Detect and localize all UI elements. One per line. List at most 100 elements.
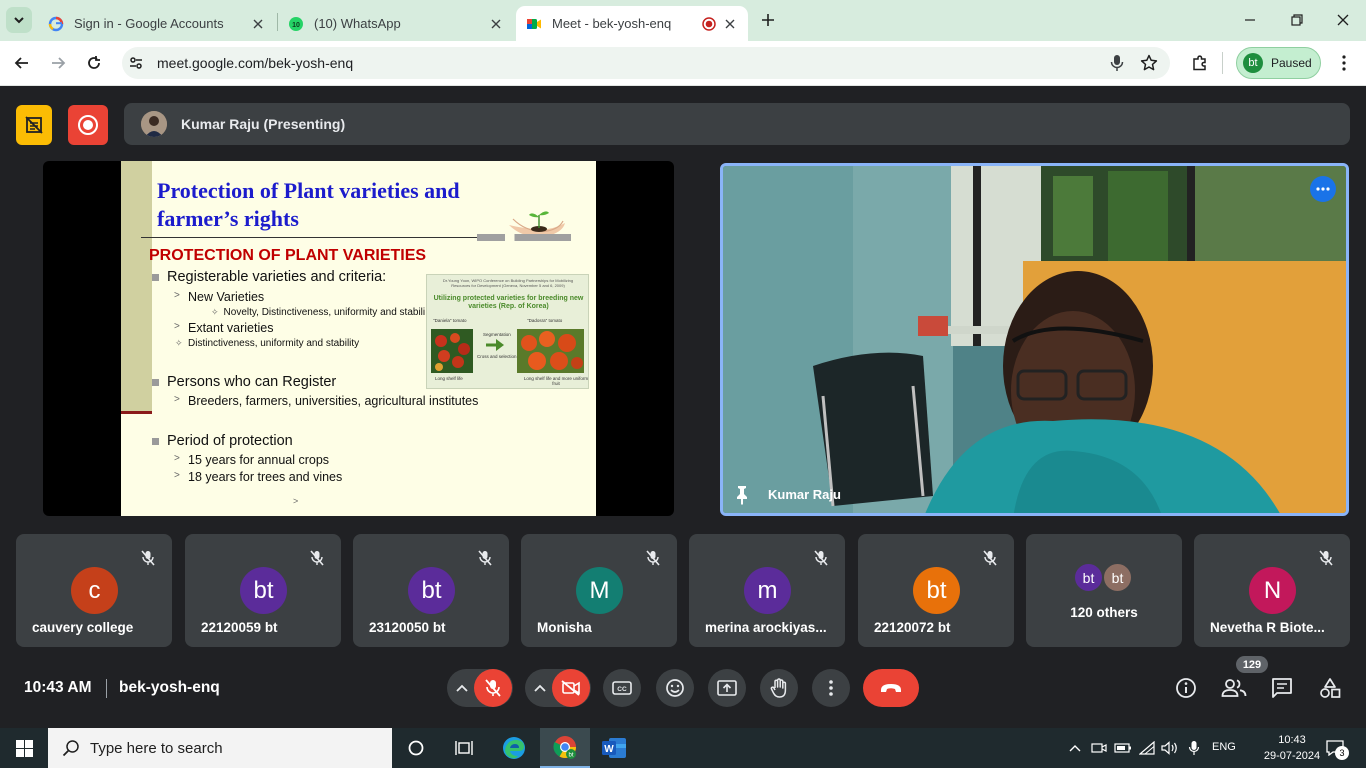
pinned-camera-tile[interactable]: Kumar Raju	[720, 163, 1349, 516]
tab-google-accounts[interactable]: Sign in - Google Accounts	[38, 6, 276, 41]
extensions-button[interactable]	[1187, 50, 1213, 76]
captions-button[interactable]: CC	[603, 669, 641, 707]
participant-name: 22120072 bt	[874, 620, 951, 635]
participant-tile[interactable]: bt 23120050 bt	[353, 534, 509, 647]
task-view-button[interactable]	[440, 728, 488, 768]
others-participants-tile[interactable]: bt bt 120 others	[1026, 534, 1182, 647]
taskbar-clock[interactable]: 10:43 29-07-2024	[1260, 732, 1324, 764]
meeting-details-button[interactable]	[1173, 675, 1199, 701]
inset-left-caption: Long shelf life	[435, 376, 463, 381]
microphone-in-use-icon[interactable]	[1106, 52, 1128, 74]
present-screen-button[interactable]	[708, 669, 746, 707]
participant-avatar: bt	[1102, 562, 1133, 593]
back-button[interactable]	[9, 50, 35, 76]
participant-count-badge: 129	[1236, 656, 1268, 673]
tomato-photo-left	[431, 329, 473, 373]
screen-share-tile[interactable]: Protection of Plant varieties and farmer…	[43, 161, 674, 516]
address-url: meet.google.com/bek-yosh-enq	[157, 55, 354, 71]
slide-sub-bullet: >15 years for annual crops	[174, 453, 330, 467]
restore-icon	[1291, 14, 1303, 26]
inset-left-label: "Daniela" tomato	[433, 318, 467, 323]
camera-tile-name: Kumar Raju	[768, 487, 841, 502]
more-options-button[interactable]	[812, 669, 850, 707]
profile-button[interactable]: bt Paused	[1236, 47, 1321, 79]
activities-button[interactable]	[1317, 675, 1343, 701]
close-icon[interactable]	[488, 16, 504, 32]
address-bar[interactable]: meet.google.com/bek-yosh-enq	[122, 47, 1170, 79]
inset-right-caption: Long shelf life and more uniform fruit	[523, 376, 589, 386]
close-icon[interactable]	[722, 16, 738, 32]
taskbar-word[interactable]: W	[590, 728, 638, 768]
forward-button[interactable]	[45, 50, 71, 76]
camera-in-use-icon[interactable]	[1089, 738, 1109, 758]
taskbar-search-box[interactable]: Type here to search	[48, 728, 392, 768]
captions-off-indicator[interactable]	[16, 105, 52, 145]
cortana-circle-icon	[408, 740, 424, 756]
info-icon	[1176, 678, 1196, 698]
raise-hand-button[interactable]	[760, 669, 798, 707]
tab-title: Meet - bek-yosh-enq	[552, 16, 672, 31]
battery-icon[interactable]	[1113, 738, 1133, 758]
tile-more-options-button[interactable]	[1310, 176, 1336, 202]
taskbar-chrome[interactable]: bt	[540, 728, 590, 768]
participant-avatar: c	[71, 567, 118, 614]
minimize-button[interactable]	[1238, 8, 1262, 32]
bookmark-star-icon[interactable]	[1138, 52, 1160, 74]
chevron-up-icon	[534, 684, 546, 692]
show-hidden-icons-button[interactable]	[1065, 738, 1085, 758]
presenter-bar: Kumar Raju (Presenting)	[124, 103, 1350, 145]
microphone-tray-icon[interactable]	[1184, 738, 1204, 758]
profile-avatar: bt	[1243, 53, 1263, 73]
audio-options-button[interactable]	[449, 669, 475, 707]
slide-bullet: Registerable varieties and criteria:	[152, 269, 386, 285]
new-tab-button[interactable]	[756, 8, 780, 32]
camera-toggle-button[interactable]	[552, 669, 590, 707]
meet-stage: Kumar Raju (Presenting) Protection of Pl…	[0, 87, 1366, 728]
volume-icon[interactable]	[1160, 738, 1180, 758]
microphone-toggle-button[interactable]	[474, 669, 512, 707]
tab-meet[interactable]: Meet - bek-yosh-enq	[516, 6, 748, 41]
emoji-icon	[666, 679, 684, 697]
participant-tile[interactable]: bt 22120059 bt	[185, 534, 341, 647]
video-options-button[interactable]	[527, 669, 553, 707]
close-window-button[interactable]	[1331, 8, 1355, 32]
cortana-button[interactable]	[392, 728, 440, 768]
slide-bullet: Period of protection	[152, 433, 293, 449]
participant-avatar: M	[576, 567, 623, 614]
chevron-up-icon	[1069, 745, 1081, 752]
chevron-up-icon	[456, 684, 468, 692]
browser-tab-bar: Sign in - Google Accounts 10 (10) WhatsA…	[0, 0, 1366, 41]
taskbar-search-placeholder: Type here to search	[90, 739, 223, 757]
tune-icon	[130, 57, 142, 69]
windows-taskbar: Type here to search bt W ENG 10:43 29-07…	[0, 728, 1366, 768]
reload-button[interactable]	[81, 50, 107, 76]
slide-sub-bullet: > New Varieties	[174, 290, 265, 304]
participant-tile[interactable]: M Monisha	[521, 534, 677, 647]
participant-tile[interactable]: N Nevetha R Biote...	[1194, 534, 1350, 647]
notifications-button[interactable]: 3	[1323, 736, 1349, 760]
inset-title: Utilizing protected varieties for breedi…	[433, 295, 584, 310]
taskbar-edge[interactable]	[490, 728, 538, 768]
browser-menu-button[interactable]	[1331, 50, 1357, 76]
toolbar-divider	[1222, 52, 1223, 74]
participant-tile[interactable]: m merina arockiyas...	[689, 534, 845, 647]
reactions-button[interactable]	[656, 669, 694, 707]
mic-off-icon	[485, 679, 501, 697]
site-info-button[interactable]	[124, 51, 148, 75]
input-language[interactable]: ENG	[1212, 741, 1236, 753]
recording-button[interactable]	[68, 105, 108, 145]
restore-button[interactable]	[1285, 8, 1309, 32]
chat-button[interactable]	[1269, 675, 1295, 701]
tab-whatsapp[interactable]: 10 (10) WhatsApp	[278, 6, 514, 41]
tab-search-button[interactable]	[6, 7, 32, 33]
meeting-clock: 10:43 AM	[24, 679, 92, 696]
wifi-icon[interactable]	[1137, 738, 1157, 758]
start-button[interactable]	[0, 728, 48, 768]
participant-name: 22120059 bt	[201, 620, 278, 635]
people-button[interactable]	[1220, 675, 1248, 701]
close-icon[interactable]	[250, 16, 266, 32]
leave-call-button[interactable]	[863, 669, 919, 707]
participant-tile[interactable]: bt 22120072 bt	[858, 534, 1014, 647]
participant-tile[interactable]: c cauvery college	[16, 534, 172, 647]
pin-icon	[737, 486, 747, 505]
